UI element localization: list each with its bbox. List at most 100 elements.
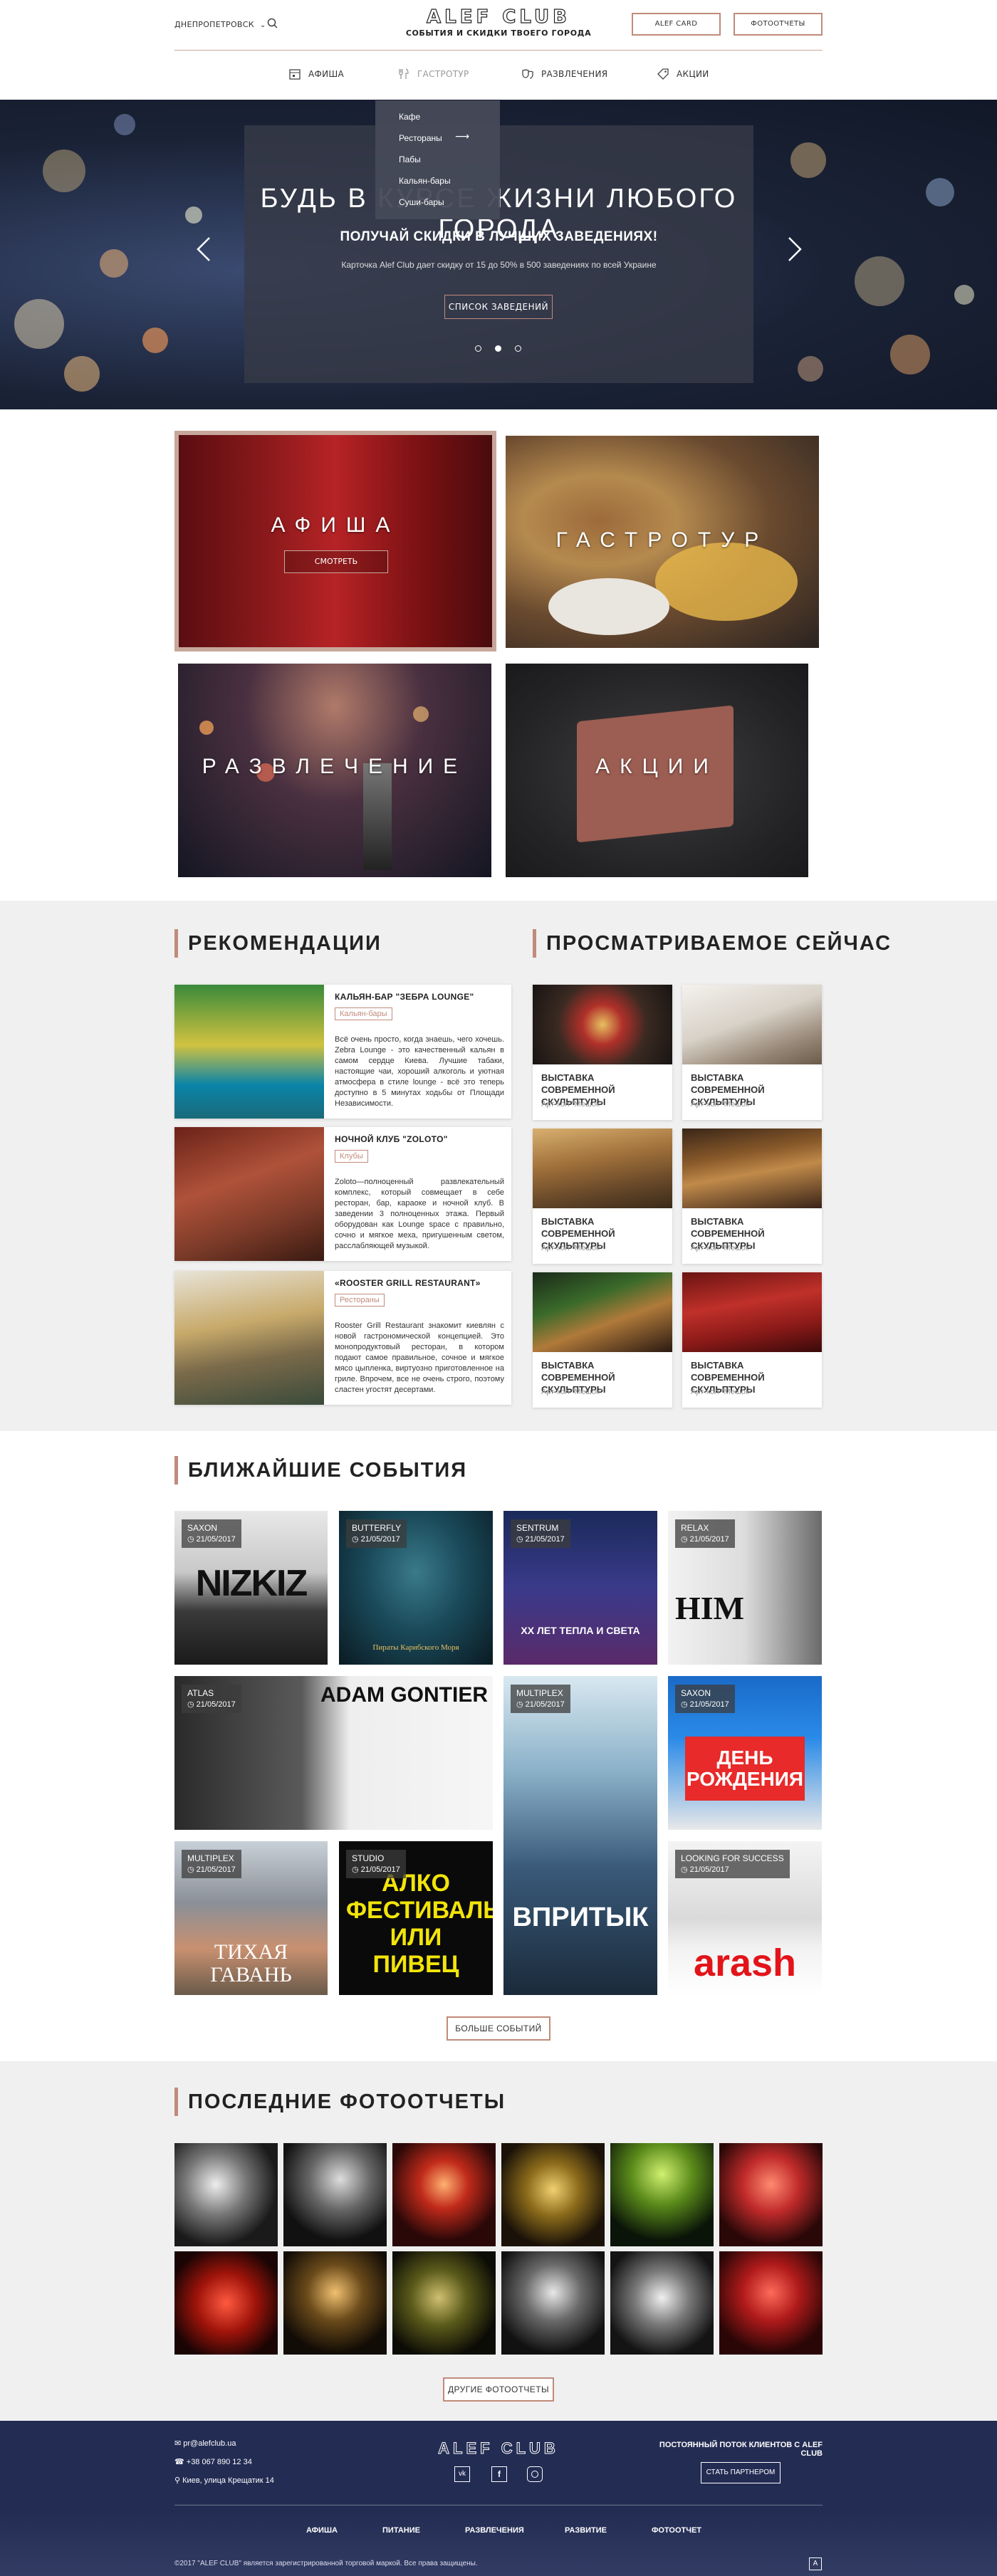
tile-gastrotour[interactable]: ГАСТРОТУР [506, 436, 819, 648]
photo-thumb[interactable] [392, 2251, 496, 2355]
footer-nav-afisha[interactable]: АФИША [306, 2526, 338, 2535]
logo[interactable]: ALEF CLUB СОБЫТИЯ И СКИДКИ ТВОЕГО ГОРОДА [399, 6, 598, 38]
photo-thumb[interactable] [283, 2143, 387, 2246]
rec-card[interactable]: «ROOSTER GRILL RESTAURANT» Рестораны Roo… [174, 1271, 511, 1405]
city-selector[interactable]: ДНЕПРОПЕТРОВСК ⌄ [174, 20, 266, 29]
nav-promo[interactable]: АКЦИИ [657, 61, 709, 87]
facebook-icon[interactable]: f [491, 2466, 507, 2482]
more-events-button[interactable]: БОЛЬШЕ СОБЫТИЙ [447, 2016, 550, 2041]
photo-thumb[interactable] [174, 2143, 278, 2246]
viewing-place: Арт-хол "Мешок" [541, 1388, 602, 1396]
viewing-card[interactable]: ВЫСТАВКА СОВРЕМЕННОЙ СКУЛЬПТУРЫ Арт-хол … [682, 985, 822, 1120]
event-card[interactable]: ДЕНЬ РОЖДЕНИЯ SAXON ◷ 21/05/2017 [668, 1676, 822, 1830]
photo-thumb[interactable] [719, 2251, 823, 2355]
become-partner-button[interactable]: СТАТЬ ПАРТНЕРОМ [701, 2462, 781, 2483]
clock-icon: ◷ [681, 1865, 690, 1874]
slider-next-arrow-icon[interactable] [783, 235, 805, 263]
event-card[interactable]: XX ЛЕТ ТЕПЛА И СВЕТА SENTRUM ◷ 21/05/2017 [503, 1511, 657, 1665]
search-icon[interactable] [266, 17, 279, 30]
slider-prev-arrow-icon[interactable] [194, 235, 215, 263]
viewing-card[interactable]: ВЫСТАВКА СОВРЕМЕННОЙ СКУЛЬПТУРЫ Арт-хол … [533, 1129, 672, 1264]
rec-card[interactable]: НОЧНОЙ КЛУБ "ZOLOTO" Клубы Zoloto—полноц… [174, 1127, 511, 1261]
rec-tag[interactable]: Кальян-бары [335, 1007, 392, 1020]
event-date: 21/05/2017 [196, 1700, 236, 1709]
event-badge: STUDIO ◷ 21/05/2017 [346, 1850, 406, 1878]
viewing-card[interactable]: ВЫСТАВКА СОВРЕМЕННОЙ СКУЛЬПТУРЫ Арт-хол … [533, 1272, 672, 1408]
nav-entertainment[interactable]: РАЗВЛЕЧЕНИЯ [521, 61, 607, 87]
hero-text: Карточка Alef Club дает скидку от 15 до … [341, 260, 657, 270]
event-date: 21/05/2017 [360, 1535, 400, 1544]
nav-afisha[interactable]: АФИША [288, 61, 344, 87]
event-badge: LOOKING FOR SUCCESS ◷ 21/05/2017 [675, 1850, 790, 1878]
photo-thumb[interactable] [501, 2251, 605, 2355]
event-card[interactable]: arash LOOKING FOR SUCCESS ◷ 21/05/2017 [668, 1841, 822, 1995]
logo-tagline: СОБЫТИЯ И СКИДКИ ТВОЕГО ГОРОДА [405, 28, 592, 38]
viewing-card[interactable]: ВЫСТАВКА СОВРЕМЕННОЙ СКУЛЬПТУРЫ Арт-хол … [682, 1272, 822, 1408]
footer-phone-row[interactable]: ☎ +38 067 890 12 34 [174, 2457, 252, 2466]
tile-afisha[interactable]: АФИША СМОТРЕТЬ [174, 431, 496, 651]
rec-card[interactable]: КАЛЬЯН-БАР "ЗЕБРА LOUNGE" Кальян-бары Вс… [174, 985, 511, 1119]
venues-list-button[interactable]: СПИСОК ЗАВЕДЕНИЙ [444, 295, 553, 319]
slider-dot[interactable] [475, 345, 481, 352]
slider-dot[interactable] [515, 345, 521, 352]
clock-icon: ◷ [681, 1535, 690, 1544]
nav-gastrotour[interactable]: ГАСТРОТУР [397, 61, 469, 87]
alef-card-button[interactable]: ALEF CARD [632, 13, 721, 36]
event-card[interactable]: ADAM GONTIER ATLAS ◷ 21/05/2017 [174, 1676, 493, 1830]
footer-copyright: ©2017 "ALEF CLUB" является зарегистриров… [174, 2560, 478, 2567]
photo-thumb[interactable] [719, 2143, 823, 2246]
event-poster-text: ТИХАЯ ГАВАНЬ [210, 1940, 292, 1986]
footer-nav-development[interactable]: РАЗВИТИЕ [565, 2526, 607, 2535]
event-card[interactable]: HIM RELAX ◷ 21/05/2017 [668, 1511, 822, 1665]
footer-nav-entertainment[interactable]: РАЗВЛЕЧЕНИЯ [465, 2526, 524, 2535]
photo-thumb[interactable] [283, 2251, 387, 2355]
photo-reports-button[interactable]: ФОТООТЧЕТЫ [734, 13, 823, 36]
tag-icon [657, 68, 669, 80]
footer-logo[interactable]: ALEF CLUB [399, 2439, 598, 2458]
vk-icon[interactable]: vk [454, 2466, 470, 2482]
food-icon [399, 68, 409, 79]
rec-image [174, 1271, 324, 1405]
dropdown-item[interactable]: Кафе [399, 112, 420, 122]
footer-nav-food[interactable]: ПИТАНИЕ [382, 2526, 420, 2535]
footer-email-row[interactable]: ✉ pr@alefclub.ua [174, 2439, 236, 2448]
rec-tag[interactable]: Клубы [335, 1150, 368, 1163]
photo-thumb[interactable] [392, 2143, 496, 2246]
event-card[interactable]: NIZKIZ SAXON ◷ 21/05/2017 [174, 1511, 328, 1665]
photo-thumb[interactable] [174, 2251, 278, 2355]
dropdown-item[interactable]: Пабы [399, 155, 421, 164]
developer-logo-icon[interactable]: A [809, 2557, 822, 2570]
tile-label: РАЗВЛЕЧЕНИЕ [202, 755, 468, 778]
dropdown-item-active[interactable]: Рестораны [399, 133, 442, 143]
rec-text: Rooster Grill Restaurant знакомит киевля… [335, 1321, 504, 1394]
dropdown-item[interactable]: Кальян-бары [399, 176, 451, 186]
rec-tag[interactable]: Рестораны [335, 1294, 385, 1307]
footer-address-row: ⚲ Киев, улица Крещатик 14 [174, 2476, 274, 2485]
tile-promo[interactable]: АКЦИИ [506, 664, 808, 877]
tile-view-button[interactable]: СМОТРЕТЬ [284, 550, 388, 573]
event-venue: BUTTERFLY [352, 1523, 402, 1533]
instagram-icon[interactable] [527, 2466, 543, 2482]
viewing-card[interactable]: ВЫСТАВКА СОВРЕМЕННОЙ СКУЛЬПТУРЫ Арт-хол … [682, 1129, 822, 1264]
photo-thumb[interactable] [501, 2143, 605, 2246]
event-card[interactable]: ВПРИТЫК MULTIPLEX ◷ 21/05/2017 [503, 1676, 657, 1995]
event-card[interactable]: АЛКО ФЕСТИВАЛЬ ИЛИ ПИВЕЦ STUDIO ◷ 21/05/2… [339, 1841, 493, 1995]
clock-icon: ◷ [352, 1535, 361, 1544]
photo-thumb[interactable] [610, 2251, 714, 2355]
clock-icon: ◷ [516, 1535, 526, 1544]
photo-thumb[interactable] [610, 2143, 714, 2246]
more-photos-button[interactable]: ДРУГИЕ ФОТООТЧЕТЫ [443, 2377, 554, 2402]
viewing-place: Арт-хол "Мешок" [541, 1244, 602, 1252]
tile-entertainment[interactable]: РАЗВЛЕЧЕНИЕ [178, 664, 491, 877]
event-venue: SENTRUM [516, 1523, 559, 1533]
viewing-card[interactable]: ВЫСТАВКА СОВРЕМЕННОЙ СКУЛЬПТУРЫ Арт-хол … [533, 985, 672, 1120]
dropdown-item[interactable]: Суши-бары [399, 197, 444, 207]
event-card[interactable]: ТИХАЯ ГАВАНЬ MULTIPLEX ◷ 21/05/2017 [174, 1841, 328, 1995]
event-poster-text: HIM [675, 1590, 745, 1626]
footer-nav-photos[interactable]: ФОТООТЧЕТ [652, 2526, 701, 2535]
event-card[interactable]: Пираты Карибского Моря BUTTERFLY ◷ 21/05/… [339, 1511, 493, 1665]
viewing-place: Арт-хол "Мешок" [691, 1388, 752, 1396]
slider-dot-active[interactable] [495, 345, 501, 352]
location-icon: ⚲ [174, 2476, 183, 2485]
tile-label: ГАСТРОТУР [555, 528, 769, 552]
